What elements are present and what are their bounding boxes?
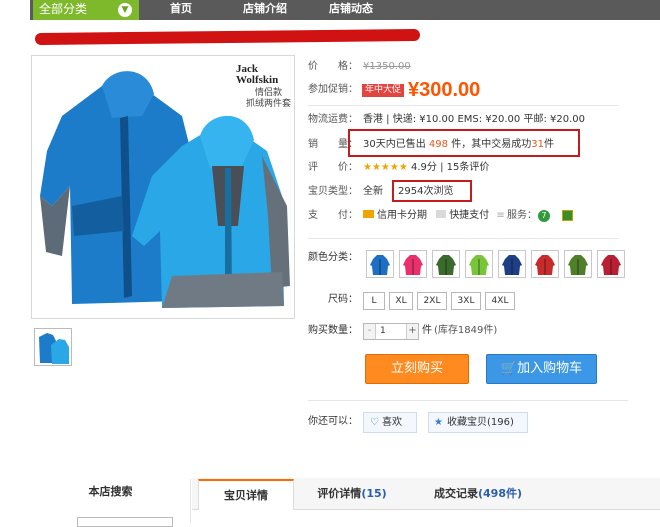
shop-search-title: 本店搜索: [88, 485, 133, 498]
tab-reviews[interactable]: 评价详情(15): [296, 479, 408, 510]
item-type-row: 宝贝类型： 全新: [308, 182, 383, 202]
rating-reviews-link[interactable]: 15条评价: [447, 162, 490, 173]
favorite-button[interactable]: ★ 收藏宝贝(196): [428, 412, 528, 433]
also-label: 你还可以：: [308, 416, 358, 427]
jacket-color-image: [535, 255, 555, 275]
size-option-4xl[interactable]: 4XL: [485, 292, 515, 310]
thumbnail-image: [35, 329, 71, 365]
price-label: 价 格：: [308, 61, 358, 72]
jacket-color-image: [469, 255, 489, 275]
divider: [308, 400, 628, 401]
color-option[interactable]: [564, 250, 592, 278]
buy-now-button[interactable]: 立刻购买: [365, 354, 469, 384]
sales-highlight-box: [348, 129, 580, 157]
jacket-color-image: [403, 255, 423, 275]
star-icon: ★: [434, 417, 443, 428]
size-option-l[interactable]: L: [363, 292, 385, 310]
rating-row: 评 价： ★★★★★ 4.9分 | 15条评价: [308, 158, 489, 178]
nav-home-link[interactable]: 首页: [170, 0, 192, 20]
cart-icon: 🛒: [500, 361, 518, 376]
color-label: 颜色分类：: [308, 252, 358, 263]
guarantee-icon[interactable]: [562, 210, 573, 221]
divider: [308, 105, 618, 106]
color-option[interactable]: [498, 250, 526, 278]
all-categories-menu[interactable]: 全部分类 ▼: [33, 0, 139, 20]
nav-shop-intro-link[interactable]: 店铺介绍: [243, 0, 287, 20]
seven-day-return-icon[interactable]: 7: [538, 210, 550, 222]
color-option[interactable]: [465, 250, 493, 278]
redacted-title: [34, 28, 421, 46]
color-option[interactable]: [366, 250, 394, 278]
brand-logo: Jack Wolfskin: [236, 63, 279, 86]
tab-transaction-records[interactable]: 成交记录(498件): [410, 479, 546, 510]
jacket-color-image: [568, 255, 588, 275]
promo-label: 参加促销：: [308, 84, 358, 95]
jacket-color-image: [601, 255, 621, 275]
original-price: ¥1350.00: [363, 61, 411, 72]
color-option[interactable]: [597, 250, 625, 278]
size-option-xl[interactable]: XL: [389, 292, 413, 310]
size-option-3xl[interactable]: 3XL: [451, 292, 481, 310]
product-thumbnail[interactable]: [34, 328, 72, 366]
credit-card-icon: [363, 210, 374, 218]
shop-search-panel: 本店搜索: [31, 479, 191, 527]
promo-row: 参加促销：: [308, 80, 363, 100]
shipping-label: 物流运费：: [308, 114, 358, 125]
heart-icon: ♡: [370, 417, 379, 428]
views-highlight-box: [392, 180, 472, 202]
quantity-decrease-button[interactable]: -: [364, 324, 376, 339]
jacket-color-image: [502, 255, 522, 275]
tab-item-details[interactable]: 宝贝详情: [198, 479, 294, 510]
stock-count: (库存1849件): [434, 325, 498, 336]
shipping-text: 香港 | 快递: ¥10.00 EMS: ¥20.00 平邮: ¥20.00: [363, 114, 585, 125]
item-condition: 全新: [363, 186, 383, 197]
image-caption: 情侣款 抓绒两件套: [246, 88, 292, 109]
promo-price: ¥300.00: [408, 79, 481, 101]
favorite-count: (196): [487, 417, 514, 428]
rating-score: 4.9分: [411, 162, 437, 173]
reviews-count: (15): [361, 487, 387, 500]
product-main-image[interactable]: Jack Wolfskin 情侣款 抓绒两件套: [31, 55, 295, 319]
color-option[interactable]: [432, 250, 460, 278]
payment-label: 支 付：: [308, 210, 358, 221]
shop-search-input[interactable]: [77, 517, 173, 527]
jacket-color-image: [436, 255, 456, 275]
quantity-input[interactable]: 1: [380, 324, 386, 339]
service-label: 服务：: [507, 210, 537, 221]
quantity-label: 购买数量：: [308, 325, 358, 336]
quick-pay[interactable]: 快捷支付: [449, 210, 489, 221]
quantity-increase-button[interactable]: +: [406, 324, 418, 339]
color-option[interactable]: [531, 250, 559, 278]
all-categories-label: 全部分类: [39, 2, 88, 16]
nav-shop-news-link[interactable]: 店铺动态: [329, 0, 373, 20]
color-option[interactable]: [399, 250, 427, 278]
add-to-cart-button[interactable]: 🛒加入购物车: [486, 354, 597, 384]
promo-badge: 年中大促: [362, 84, 405, 97]
shipping-row: 物流运费： 香港 | 快递: ¥10.00 EMS: ¥20.00 平邮: ¥20…: [308, 110, 585, 130]
like-button[interactable]: ♡ 喜欢: [363, 412, 417, 433]
divider: [308, 238, 618, 239]
rating-stars: ★★★★★: [363, 162, 408, 173]
size-option-2xl[interactable]: 2XL: [417, 292, 447, 310]
quantity-unit: 件: [422, 325, 432, 336]
add-to-cart-label: 加入购物车: [517, 361, 583, 376]
payment-row: 支 付： 信用卡分期 快捷支付 ≡: [308, 206, 505, 226]
item-type-label: 宝贝类型：: [308, 186, 358, 197]
quick-pay-icon: [436, 210, 447, 218]
jacket-color-image: [370, 255, 390, 275]
price-row: 价 格： ¥1350.00: [308, 57, 411, 77]
size-label: 尺码：: [328, 294, 358, 305]
records-count: (498件): [477, 487, 523, 500]
chevron-down-icon: ▼: [118, 3, 132, 17]
rating-label: 评 价：: [308, 162, 358, 173]
credit-installment[interactable]: 信用卡分期: [377, 210, 427, 221]
quantity-stepper[interactable]: - 1 +: [363, 323, 419, 340]
info-icon[interactable]: ≡: [496, 210, 504, 221]
